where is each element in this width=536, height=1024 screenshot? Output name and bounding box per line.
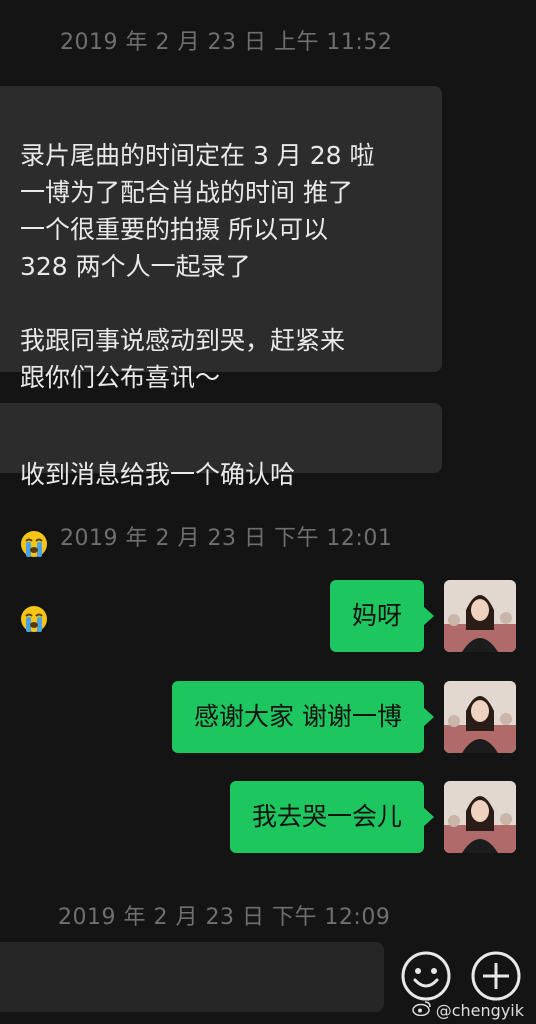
message-text: 妈呀 — [351, 601, 402, 630]
message-text: 我去哭一会儿 — [251, 802, 402, 831]
outgoing-message-row: 妈呀 — [329, 580, 516, 652]
timestamp: 2019 年 2 月 23 日 上午 11:52 — [60, 30, 393, 55]
avatar[interactable] — [444, 781, 516, 853]
chat-screen: 2019 年 2 月 23 日 上午 11:52 录片尾曲的时间定在 3 月 2… — [0, 0, 536, 1024]
timestamp: 2019 年 2 月 23 日 下午 12:01 — [60, 526, 393, 551]
message-text: 感谢大家 谢谢一博 — [194, 702, 402, 731]
watermark: @chengyik — [411, 1000, 524, 1020]
message-text: 录片尾曲的时间定在 3 月 28 啦 一博为了配合肖战的时间 推了 一个很重要的… — [20, 141, 375, 392]
crying-face-emoji — [20, 493, 48, 568]
watermark-text: @chengyik — [435, 1000, 524, 1020]
smiley-icon[interactable] — [400, 950, 452, 1002]
incoming-message-bubble[interactable]: 收到消息给我一个确认哈 — [0, 403, 442, 632]
message-text: 收到消息给我一个确认哈 — [20, 460, 296, 489]
incoming-message-bubble[interactable]: 录片尾曲的时间定在 3 月 28 啦 一博为了配合肖战的时间 推了 一个很重要的… — [0, 86, 442, 392]
avatar[interactable] — [444, 580, 516, 652]
outgoing-message-bubble[interactable]: 我去哭一会儿 — [229, 781, 435, 853]
crying-face-emoji — [20, 568, 48, 643]
timestamp: 2019 年 2 月 23 日 下午 12:09 — [58, 905, 391, 930]
avatar[interactable] — [444, 681, 516, 753]
outgoing-message-row: 我去哭一会儿 — [229, 781, 516, 853]
message-input[interactable] — [0, 942, 384, 1012]
outgoing-message-bubble[interactable]: 感谢大家 谢谢一博 — [172, 681, 434, 753]
outgoing-message-bubble[interactable]: 妈呀 — [329, 580, 435, 652]
weibo-logo-icon — [411, 1000, 432, 1020]
outgoing-message-row: 感谢大家 谢谢一博 — [172, 681, 516, 753]
plus-circle-icon[interactable] — [470, 950, 522, 1002]
